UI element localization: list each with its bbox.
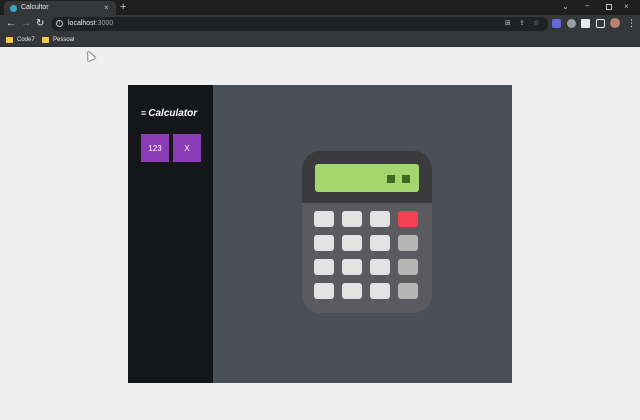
window-close-icon[interactable]: × [624, 2, 629, 12]
calculator-key [370, 235, 390, 251]
numbers-button[interactable]: 123 [141, 134, 169, 162]
back-button[interactable]: ← [6, 18, 16, 30]
screen-digit [387, 175, 395, 183]
calculator-key [314, 259, 334, 275]
extension-icon[interactable] [552, 19, 561, 28]
url-text[interactable]: localhost:3000 [68, 19, 113, 29]
app-title-text: Calculator [148, 108, 198, 119]
folder-icon [6, 37, 13, 43]
url-port: :3000 [95, 20, 114, 27]
tab-close-icon[interactable]: × [104, 3, 109, 13]
calculator-key [398, 283, 418, 299]
bookmarks-bar: Code7 Pessoal [0, 33, 640, 47]
site-info-icon[interactable]: i [56, 20, 63, 27]
browser-menu-icon[interactable]: ⋮ [627, 17, 636, 29]
maximize-icon[interactable] [606, 4, 612, 10]
tab-search-icon[interactable]: ⌄ [562, 2, 569, 12]
calculator-key [314, 211, 334, 227]
calculator-illustration [302, 151, 432, 313]
extensions-puzzle-icon[interactable] [581, 19, 590, 28]
mouse-cursor-icon [84, 49, 96, 62]
calculator-key [370, 259, 390, 275]
calculator-key [398, 259, 418, 275]
browser-tab[interactable]: Calcultor × [4, 1, 116, 15]
url-host: localhost [68, 20, 96, 27]
calculator-key [342, 235, 362, 251]
sidebar: ≡ Calculator 123 X [128, 85, 213, 383]
menu-icon[interactable]: ≡ [141, 108, 146, 118]
bookmark-pessoal[interactable]: Pessoal [42, 35, 74, 45]
bookmark-label: Pessoal [53, 37, 75, 43]
forward-button[interactable]: → [21, 18, 31, 30]
calculator-key [398, 211, 418, 227]
calculator-key [342, 211, 362, 227]
address-bar[interactable]: i localhost:3000 ⊞ ⇪ ☆ [51, 17, 548, 31]
reload-button[interactable]: ↻ [36, 18, 44, 30]
side-panel-icon[interactable] [596, 19, 605, 28]
minimize-icon[interactable]: – [585, 1, 589, 11]
extension-icon[interactable] [567, 19, 576, 28]
favicon-icon [10, 5, 17, 12]
close-button[interactable]: X [173, 134, 201, 162]
calculator-key [370, 283, 390, 299]
calculator-key [314, 283, 334, 299]
bookmark-code7[interactable]: Code7 [6, 35, 35, 45]
calculator-key [342, 283, 362, 299]
profile-avatar[interactable] [610, 18, 620, 28]
screen-digit [402, 175, 410, 183]
calculator-key [370, 211, 390, 227]
bookmark-label: Code7 [17, 37, 35, 43]
calculator-key [398, 235, 418, 251]
main-panel [213, 85, 512, 383]
calculator-key [342, 259, 362, 275]
folder-icon [42, 37, 49, 43]
tab-strip: Calcultor × + ⌄ – × [0, 0, 640, 15]
bookmark-star-icon[interactable]: ☆ [533, 19, 539, 29]
calculator-app: ≡ Calculator 123 X [128, 85, 512, 383]
new-tab-button[interactable]: + [120, 1, 126, 13]
app-title: ≡ Calculator [141, 107, 197, 120]
tab-title: Calcultor [21, 4, 49, 11]
calculator-key [314, 235, 334, 251]
share-icon[interactable]: ⇪ [519, 19, 525, 29]
browser-toolbar: ← → ↻ i localhost:3000 ⊞ ⇪ ☆ ⋮ [0, 15, 640, 33]
translate-icon[interactable]: ⊞ [505, 19, 511, 29]
